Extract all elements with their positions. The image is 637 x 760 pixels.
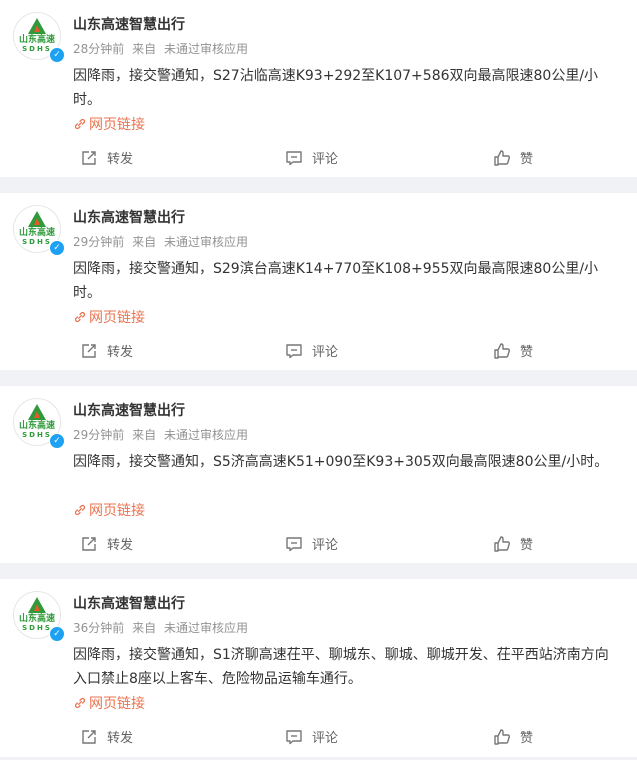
comment-icon (286, 729, 302, 744)
repost-button[interactable]: 转发 (80, 148, 133, 167)
thumbs-up-icon (494, 535, 510, 552)
post-meta: 36分钟前 来自 未通过审核应用 (73, 619, 252, 636)
repost-label: 转发 (107, 538, 134, 553)
repost-label: 转发 (107, 152, 134, 167)
source-prefix: 来自 (132, 621, 157, 635)
link-icon (74, 697, 86, 709)
repost-label: 转发 (107, 731, 134, 746)
logo-text-cn: 山东高速 (18, 227, 55, 238)
post-meta: 29分钟前 来自 未通过审核应用 (73, 426, 252, 443)
post-text: 因降雨，接交警通知，S29滨台高速K14+770至K108+955双向最高限速8… (73, 261, 599, 301)
comment-icon (286, 536, 302, 551)
post-time[interactable]: 28分钟前 (73, 42, 124, 56)
verified-badge-icon: ✓ (49, 433, 65, 449)
thumbs-up-icon (494, 728, 510, 745)
comment-label: 评论 (312, 731, 339, 746)
source-app: 未通过审核应用 (163, 235, 248, 249)
post-text: 因降雨，接交警通知，S1济聊高速茌平、聊城东、聊城、聊城开发、茌平西站济南方向入… (73, 647, 609, 687)
comment-button[interactable]: 评论 (285, 148, 338, 167)
logo-text-cn: 山东高速 (18, 420, 55, 431)
thumbs-up-icon (494, 149, 510, 166)
author-name[interactable]: 山东高速智慧出行 (73, 593, 185, 613)
post-time[interactable]: 36分钟前 (73, 621, 124, 635)
comment-icon (286, 343, 302, 358)
comment-icon (286, 150, 302, 165)
post-time[interactable]: 29分钟前 (73, 235, 124, 249)
link-icon (74, 118, 86, 130)
post-text: 因降雨，接交警通知，S5济高高速K51+090至K93+305双向最高限速80公… (73, 454, 609, 470)
verified-badge-icon: ✓ (49, 47, 65, 63)
brand-logo-icon (28, 17, 46, 34)
like-button[interactable]: 赞 (493, 534, 533, 553)
post-card: 山东高速 SDHS ✓ 山东高速智慧出行 29分钟前 来自 未通过审核应用 因降… (0, 386, 637, 563)
web-link-label: 网页链接 (89, 117, 145, 133)
web-link[interactable]: 网页链接 (73, 307, 145, 327)
link-icon (74, 504, 86, 516)
brand-logo-icon (28, 403, 46, 420)
source-app: 未通过审核应用 (163, 428, 248, 442)
action-bar: 转发 评论 赞 (0, 335, 637, 365)
author-name[interactable]: 山东高速智慧出行 (73, 400, 185, 420)
source-prefix: 来自 (132, 428, 157, 442)
logo-text-en: SDHS (22, 44, 52, 53)
repost-icon (82, 729, 96, 744)
like-button[interactable]: 赞 (493, 148, 533, 167)
thumbs-up-icon (494, 342, 510, 359)
comment-label: 评论 (312, 345, 339, 360)
repost-icon (82, 150, 96, 165)
web-link-label: 网页链接 (89, 696, 145, 712)
action-bar: 转发 评论 赞 (0, 721, 637, 751)
post-text: 因降雨，接交警通知，S27沾临高速K93+292至K107+586双向最高限速8… (73, 68, 599, 108)
repost-icon (82, 343, 96, 358)
comment-label: 评论 (312, 538, 339, 553)
like-label: 赞 (520, 538, 534, 553)
repost-label: 转发 (107, 345, 134, 360)
post-card: 山东高速 SDHS ✓ 山东高速智慧出行 29分钟前 来自 未通过审核应用 因降… (0, 193, 637, 370)
web-link[interactable]: 网页链接 (73, 500, 145, 520)
action-bar: 转发 评论 赞 (0, 528, 637, 558)
source-app: 未通过审核应用 (163, 42, 248, 56)
comment-button[interactable]: 评论 (285, 727, 338, 746)
source-prefix: 来自 (132, 42, 157, 56)
web-link-label: 网页链接 (89, 503, 145, 519)
repost-button[interactable]: 转发 (80, 727, 133, 746)
comment-button[interactable]: 评论 (285, 534, 338, 553)
like-button[interactable]: 赞 (493, 727, 533, 746)
verified-badge-icon: ✓ (49, 626, 65, 642)
post-meta: 29分钟前 来自 未通过审核应用 (73, 233, 252, 250)
repost-icon (82, 536, 96, 551)
author-name[interactable]: 山东高速智慧出行 (73, 207, 185, 227)
post-time[interactable]: 29分钟前 (73, 428, 124, 442)
verified-badge-icon: ✓ (49, 240, 65, 256)
post-card: 山东高速 SDHS ✓ 山东高速智慧出行 28分钟前 来自 未通过审核应用 因降… (0, 0, 637, 177)
web-link[interactable]: 网页链接 (73, 693, 145, 713)
logo-text-en: SDHS (22, 237, 52, 246)
weibo-feed: 山东高速 SDHS ✓ 山东高速智慧出行 28分钟前 来自 未通过审核应用 因降… (0, 0, 637, 757)
like-button[interactable]: 赞 (493, 341, 533, 360)
logo-text-cn: 山东高速 (18, 34, 55, 45)
brand-logo-icon (28, 596, 46, 613)
action-bar: 转发 评论 赞 (0, 142, 637, 172)
author-name[interactable]: 山东高速智慧出行 (73, 14, 185, 34)
source-prefix: 来自 (132, 235, 157, 249)
like-label: 赞 (520, 731, 534, 746)
comment-button[interactable]: 评论 (285, 341, 338, 360)
post-card: 山东高速 SDHS ✓ 山东高速智慧出行 36分钟前 来自 未通过审核应用 因降… (0, 579, 637, 757)
comment-label: 评论 (312, 152, 339, 167)
web-link-label: 网页链接 (89, 310, 145, 326)
logo-text-en: SDHS (22, 430, 52, 439)
web-link[interactable]: 网页链接 (73, 114, 145, 134)
repost-button[interactable]: 转发 (80, 341, 133, 360)
logo-text-en: SDHS (22, 623, 52, 632)
brand-logo-icon (28, 210, 46, 227)
like-label: 赞 (520, 152, 534, 167)
post-meta: 28分钟前 来自 未通过审核应用 (73, 40, 252, 57)
source-app: 未通过审核应用 (163, 621, 248, 635)
like-label: 赞 (520, 345, 534, 360)
logo-text-cn: 山东高速 (18, 613, 55, 624)
repost-button[interactable]: 转发 (80, 534, 133, 553)
link-icon (74, 311, 86, 323)
